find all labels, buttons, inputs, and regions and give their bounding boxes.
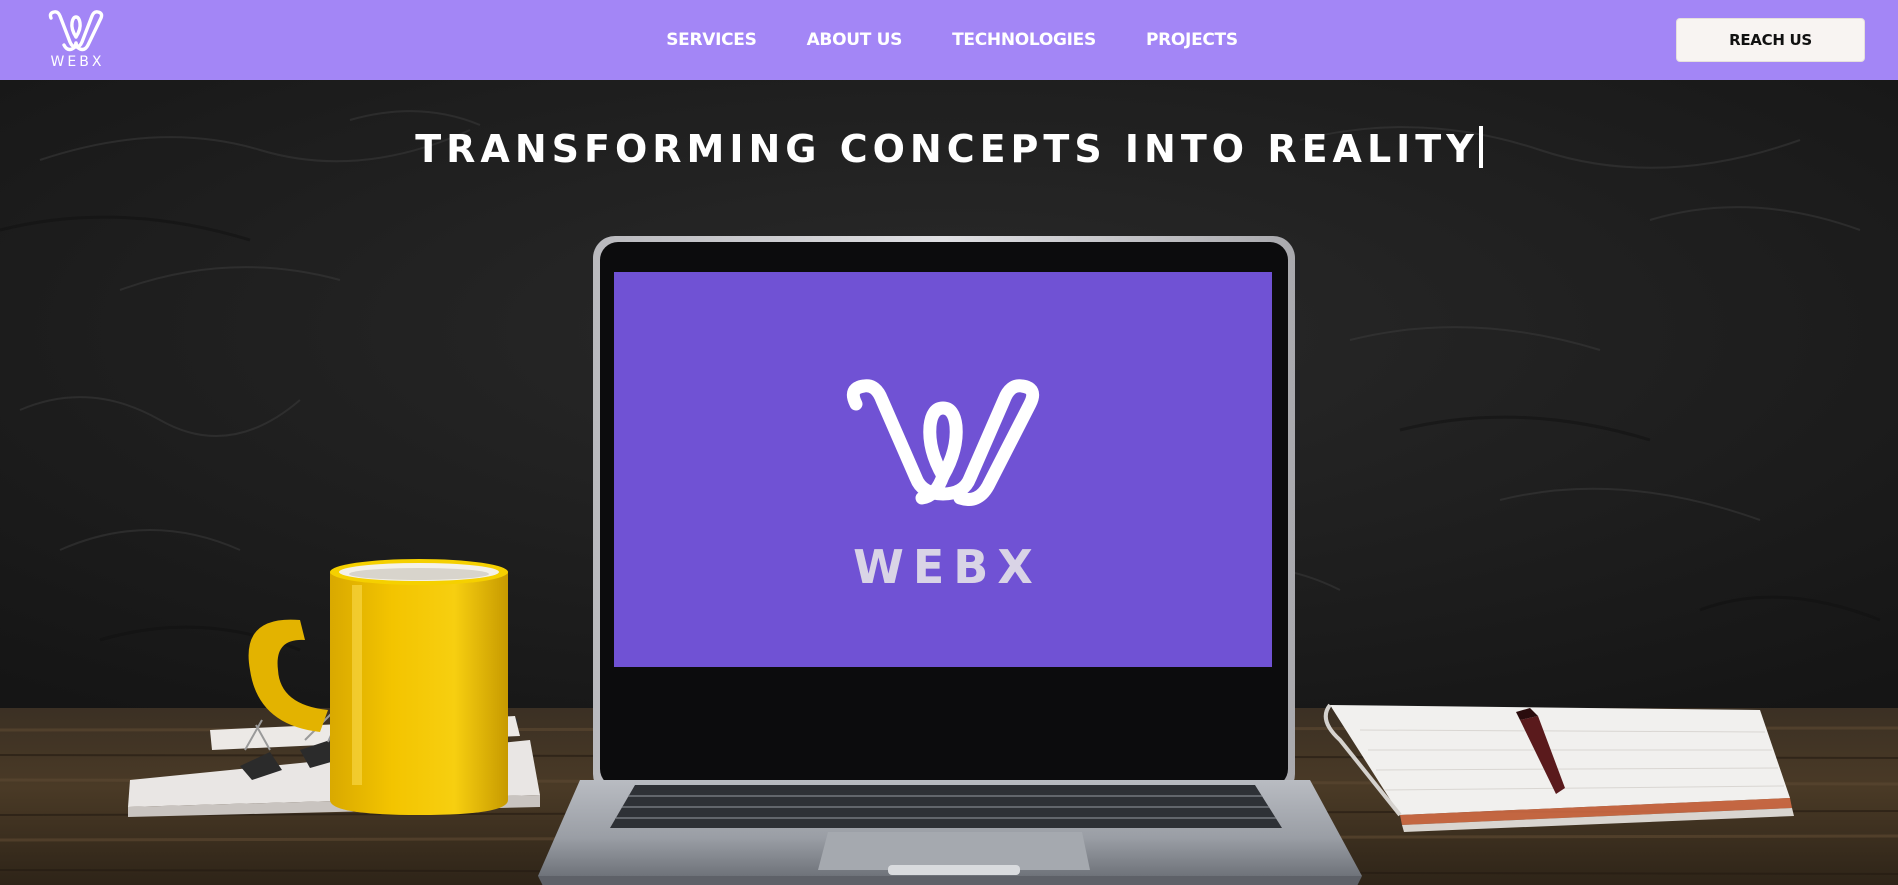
hero-headline-text: TRANSFORMING CONCEPTS INTO REALITY (415, 127, 1479, 171)
typing-caret (1478, 126, 1483, 168)
laptop-screen: WEBX (614, 272, 1272, 667)
screen-brand-name: WEBX (853, 540, 1042, 594)
hero-section: TRANSFORMING CONCEPTS INTO REALITY WEBX (0, 80, 1898, 885)
hero-headline: TRANSFORMING CONCEPTS INTO REALITY (0, 126, 1898, 171)
nav-link-services[interactable]: SERVICES (666, 30, 757, 50)
top-nav-bar: WEBX SERVICES ABOUT US TECHNOLOGIES PROJ… (0, 0, 1898, 80)
nav-link-about-us[interactable]: ABOUT US (807, 30, 903, 50)
nav-links: SERVICES ABOUT US TECHNOLOGIES PROJECTS (0, 0, 1898, 80)
reach-us-button[interactable]: REACH US (1676, 18, 1865, 62)
webx-screen-logo-icon (846, 379, 1040, 506)
nav-link-projects[interactable]: PROJECTS (1146, 30, 1238, 50)
nav-link-technologies[interactable]: TECHNOLOGIES (952, 30, 1096, 50)
